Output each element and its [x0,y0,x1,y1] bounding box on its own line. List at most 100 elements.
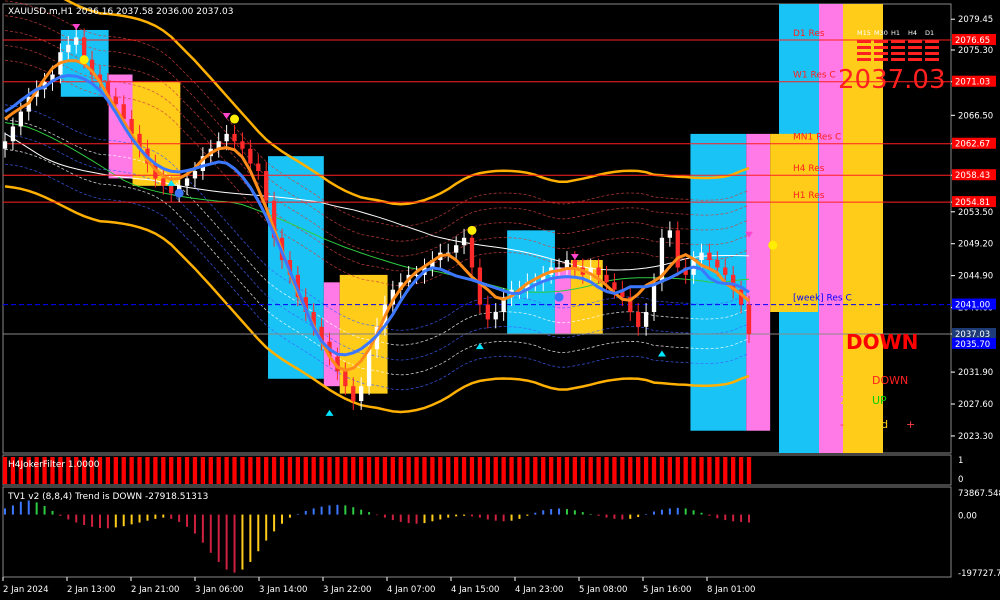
x-tick-label: 5 Jan 16:00 [643,585,691,595]
joker-bar [113,457,118,484]
timeframe-cell [908,58,922,61]
timeframe-label: H1 [891,29,900,37]
timeframe-label: M15 [857,29,871,37]
candle-body [493,311,498,320]
candle-body [366,349,372,387]
joker-tick-label: 0 [958,475,963,485]
joker-bar [580,457,585,484]
timeframe-cell [891,40,905,43]
joker-bar [501,457,506,484]
joker-bar [200,457,206,484]
signal-box [746,133,771,431]
timeframe-cell [925,52,939,55]
joker-bar [572,457,578,484]
x-tick-label: 2 Jan 21:00 [131,585,179,595]
joker-bar [279,457,285,484]
joker-bar [374,457,380,484]
y-tick-label: 2079.45 [958,15,993,25]
joker-bar [604,457,609,484]
y-tick-label: 2023.30 [958,432,993,442]
timeframe-cell [857,52,871,55]
timeframe-cell [925,58,939,61]
bias-label: DOWN [872,374,908,387]
candle-body [746,304,752,335]
x-tick-label: 4 Jan 15:00 [451,585,499,595]
joker-bar [240,457,245,484]
joker-bar [659,457,665,484]
timeframe-cell [857,46,871,49]
timeframe-cell [891,52,905,55]
timeframe-cell [874,58,888,61]
trading-chart: D1 Res W1 Res C MN1 Res C H4 Res H1 Res [week… [0,0,1000,600]
price-tag-label: 2035.70 [955,340,990,350]
candle-body [572,260,578,268]
y-tick-label: 2053.50 [958,208,993,218]
candle-body [240,141,245,149]
level-label: MN1 Res C [793,133,841,143]
candle-body [192,170,198,179]
blue-dot [174,188,184,198]
timeframe-cell [874,40,888,43]
joker-bar [636,457,641,484]
joker-title: H4JokerFilter 1.0000 [8,460,100,470]
timeframe-cell [908,40,922,43]
joker-bar [596,457,601,484]
joker-bar [509,457,514,484]
candle-body [604,274,609,283]
joker-bar [430,457,435,484]
joker-tick-label: 1 [958,456,963,466]
joker-bar [359,457,364,484]
signal-box [268,156,324,379]
joker-bar [453,457,459,484]
timeframe-cell [874,46,888,49]
joker-bar [683,457,688,484]
joker-bar [691,457,696,484]
candle-body [651,282,657,312]
joker-bar [477,457,483,484]
candle-body [667,230,673,238]
joker-bar [533,457,538,484]
candle-body [113,96,118,105]
timeframe-cell [891,58,905,61]
joker-bar [271,457,277,484]
candle-body [612,282,617,290]
joker-bar [137,457,142,484]
y-tick-label: 2027.60 [958,400,993,410]
joker-bar [620,457,625,484]
price-tag-label: 2058.43 [955,171,990,181]
timeframe-cell [857,40,871,43]
x-tick-label: 8 Jan 01:00 [707,585,755,595]
yellow-dot [467,225,477,235]
y-tick-label: 2066.50 [958,111,993,121]
joker-bar [414,457,419,484]
joker-bar [715,457,720,484]
joker-bar [335,457,340,484]
joker-bar [746,457,752,484]
joker-bar [232,457,237,484]
timeframe-cell [908,52,922,55]
chart-title: XAUUSD.m,H1 2036.16 2037.58 2036.00 2037… [8,7,233,17]
joker-bar [667,457,673,484]
joker-bar [699,457,704,484]
candle-body [469,237,475,268]
candle-body [74,37,79,45]
trend-label: Trend [857,418,888,431]
candle-body [232,133,237,142]
current-price-big: 2037.03 [838,65,946,95]
candle-body [224,133,229,142]
joker-bar [675,457,680,484]
joker-bar [327,457,332,484]
joker-bar [2,457,8,484]
x-tick-label: 3 Jan 14:00 [259,585,307,595]
candle-body [359,386,364,402]
price-tag-label: 2062.67 [955,140,990,150]
timeframe-cell [891,46,905,49]
joker-bar [145,457,150,484]
joker-bar [390,457,395,484]
level-label: H1 Res [793,191,825,201]
signal-box [770,133,818,312]
joker-bar [169,457,174,484]
timeframe-cell [925,40,939,43]
joker-bar [643,457,649,484]
joker-bar [723,457,728,484]
